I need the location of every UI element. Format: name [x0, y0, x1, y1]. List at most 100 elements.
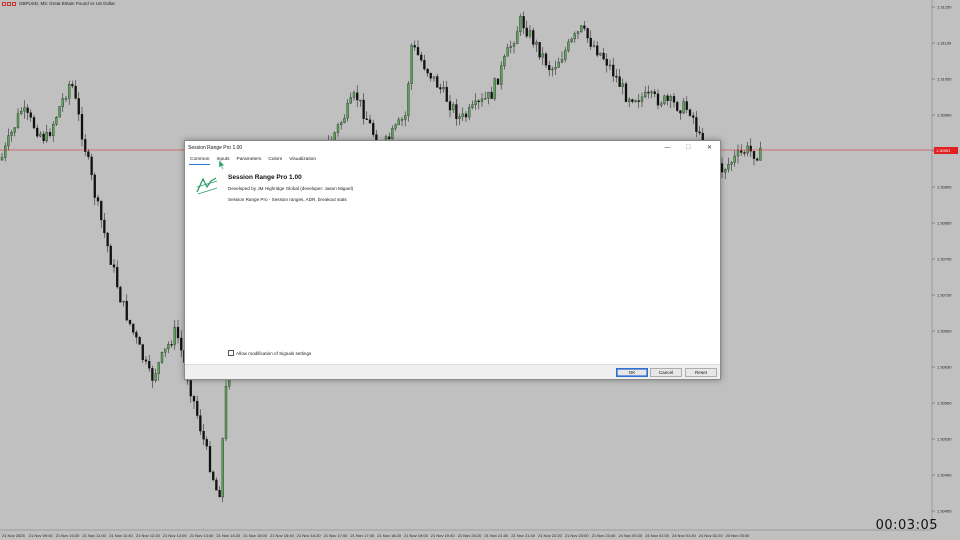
candle-body	[100, 200, 103, 221]
price-axis-label: 1.31250	[937, 5, 952, 10]
mouse-cursor-icon	[219, 160, 225, 170]
candle-body	[560, 59, 564, 63]
ok-button[interactable]: OK	[616, 368, 648, 377]
dialog-footer: OK Cancel Reset	[185, 364, 720, 379]
candle-body	[352, 92, 356, 98]
time-axis-label: 21 Nov 12:20	[136, 533, 161, 538]
candle-body	[119, 286, 122, 303]
candle-body	[548, 65, 551, 71]
candle-body	[720, 163, 724, 173]
reset-button[interactable]: Reset	[685, 368, 717, 377]
candle-body	[535, 42, 538, 45]
allow-signals-option[interactable]: Allow modification of Signals settings	[228, 350, 311, 356]
candle-body	[359, 99, 362, 102]
candle-body	[144, 359, 148, 362]
candle-body	[618, 76, 621, 87]
candle-body	[538, 42, 541, 58]
candle-body	[180, 337, 183, 351]
tab-common[interactable]: Common	[189, 156, 211, 165]
candle-body	[669, 96, 672, 101]
candle-body	[474, 100, 477, 105]
candle-body	[58, 106, 61, 118]
candle-body	[23, 107, 26, 112]
candle-body	[170, 344, 173, 346]
candle-body	[20, 110, 23, 114]
candle-body	[141, 344, 144, 361]
candle-body	[500, 65, 503, 85]
allow-signals-checkbox[interactable]	[228, 350, 234, 356]
candle-body	[436, 76, 439, 88]
price-axis-label: 1.30490	[937, 473, 952, 478]
maximize-button[interactable]: ☐	[678, 141, 699, 154]
time-axis: 21 Nov 2025 21 Nov 09:45 21 Nov 10:20 21 No…	[2, 533, 750, 538]
tab-visualization[interactable]: Visualization	[288, 156, 317, 165]
candle-body	[439, 87, 442, 90]
candle-body	[397, 119, 400, 125]
candle-body	[637, 100, 640, 102]
candle-body	[80, 114, 84, 140]
candle-body	[743, 152, 746, 154]
candle-body	[676, 102, 679, 111]
time-axis-label: 21 Nov 10:20	[56, 533, 81, 538]
candle-body	[4, 145, 7, 158]
candle-body	[631, 99, 634, 102]
candle-body	[509, 46, 512, 48]
time-axis-label: 24 Nov 00:20	[618, 533, 643, 538]
candle-body	[746, 145, 749, 154]
candle-body	[608, 64, 612, 67]
candle-body	[368, 119, 372, 124]
time-axis-label: 21 Nov 13:00	[163, 533, 188, 538]
close-button[interactable]: ✕	[699, 141, 720, 154]
candle-body	[416, 47, 420, 56]
candle-body	[87, 151, 90, 158]
candle-body	[442, 86, 445, 90]
candle-body	[93, 174, 96, 198]
candle-body	[218, 490, 221, 498]
cancel-button[interactable]: Cancel	[650, 368, 682, 377]
candle-body	[580, 25, 583, 32]
candle-body	[612, 64, 615, 77]
time-axis-label: 21 Nov 14:20	[216, 533, 241, 538]
price-axis-label: 1.30990	[937, 113, 952, 118]
candle-body	[448, 101, 452, 111]
candle-body	[480, 98, 484, 102]
candle-body	[471, 104, 474, 108]
product-name: Session Range Pro 1.00	[228, 174, 302, 181]
one-click-trade-icons[interactable]	[2, 1, 16, 6]
candle-body	[724, 169, 727, 173]
candle-body	[391, 128, 394, 140]
candle-body	[349, 97, 352, 104]
candle-body	[96, 197, 100, 202]
candle-body	[688, 109, 692, 116]
candle-body	[157, 362, 160, 374]
candle-body	[628, 99, 631, 102]
candle-body	[493, 78, 496, 99]
candle-body	[605, 58, 608, 66]
dialog-titlebar[interactable]: Session Range Pro 1.00 — ☐ ✕	[185, 141, 720, 154]
candle-body	[756, 158, 759, 161]
candle-body	[64, 98, 68, 100]
candle-body	[52, 124, 55, 136]
candle-body	[32, 117, 36, 129]
price-axis-label: 1.31130	[937, 41, 952, 46]
time-axis-label: 21 Nov 15:40	[270, 533, 295, 538]
candle-body	[576, 31, 580, 34]
candle-body	[503, 56, 506, 66]
candle-body	[103, 219, 106, 234]
tab-colors[interactable]: Colors	[267, 156, 283, 165]
candle-body	[736, 150, 740, 157]
time-axis-label: 21 Nov 19:00	[404, 533, 429, 538]
candle-body	[464, 113, 468, 118]
candle-body	[167, 344, 170, 350]
candle-body	[496, 78, 500, 85]
candle-body	[477, 100, 480, 103]
candle-body	[752, 151, 756, 159]
candle-body	[410, 45, 413, 84]
candle-body	[583, 25, 586, 29]
candle-body	[423, 60, 426, 70]
minimize-button[interactable]: —	[657, 141, 678, 154]
candle-body	[528, 30, 532, 37]
candle-body	[394, 124, 397, 129]
price-axis-label: 1.30690	[937, 329, 952, 334]
tab-parameters[interactable]: Parameters	[236, 156, 263, 165]
